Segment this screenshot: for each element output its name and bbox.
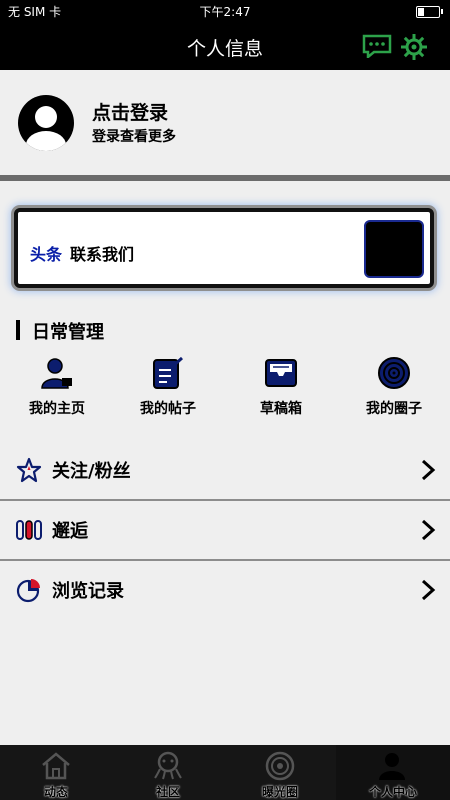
top-nav-bar: 个人信息 [0,22,450,70]
grid-item-label: 我的帖子 [140,401,196,417]
chevron-right-icon [421,459,436,481]
grid-item-label: 我的主页 [29,401,85,417]
tab-label: 社区 [155,785,180,799]
bottom-tab-bar: 动态 社区 曝光圈 个人中心 [0,745,450,800]
section-marker [16,320,20,340]
status-time: 下午2:47 [199,5,251,19]
status-bar: 无 SIM 卡 下午2:47 [0,0,450,22]
pie-icon [16,579,40,603]
menu-row-label: 邂逅 [52,521,88,542]
circle-icon [378,357,410,389]
inbox-icon [265,359,297,387]
tab-community[interactable]: 社区 [112,745,224,800]
gear-icon[interactable] [400,33,428,61]
grid-item-drafts[interactable]: 草稿箱 [226,356,336,426]
section-divider [0,175,450,181]
menu-row-follow-fans[interactable]: 关注/粉丝 [0,441,450,499]
menu-row-label: 浏览记录 [52,581,124,602]
tab-personal-center[interactable]: 个人中心 [336,745,450,800]
octopus-icon [154,751,182,780]
section-title: 日常管理 [32,322,104,343]
battery-icon [416,6,443,18]
grid-item-my-posts[interactable]: 我的帖子 [113,356,223,426]
grid-item-my-circles[interactable]: 我的圈子 [339,356,449,426]
tab-dynamic[interactable]: 动态 [0,745,112,800]
contact-banner[interactable]: 头条 联系我们 [14,208,434,288]
lens-icon [265,751,295,781]
tab-label: 个人中心 [368,785,417,799]
grid-item-my-homepage[interactable]: 我的主页 [2,356,112,426]
login-section[interactable]: 点击登录 登录查看更多 [0,70,450,175]
menu-row-encounter[interactable]: 邂逅 [0,501,450,559]
grid-item-label: 草稿箱 [260,401,302,417]
grid-item-label: 我的圈子 [366,401,422,417]
columns-icon [16,520,42,540]
banner-brand: 头条 [30,245,63,264]
menu-row-history[interactable]: 浏览记录 [0,561,450,619]
user-icon [41,358,72,389]
login-title[interactable]: 点击登录 [92,98,168,125]
home-icon [42,752,70,780]
menu-row-label: 关注/粉丝 [52,461,131,482]
chevron-right-icon [421,579,436,601]
avatar[interactable] [18,95,74,151]
login-subtitle: 登录查看更多 [92,129,176,145]
tab-exposure[interactable]: 曝光圈 [224,745,336,800]
tab-label: 曝光圈 [261,785,298,799]
chat-icon[interactable] [362,34,392,58]
tab-label: 动态 [43,785,68,799]
banner-thumbnail [364,220,424,278]
edit-icon [153,356,184,389]
banner-contact-text: 联系我们 [70,245,135,264]
star-icon [16,457,42,483]
chevron-right-icon [421,519,436,541]
person-icon [379,753,405,780]
avatar-placeholder-icon [26,106,66,151]
